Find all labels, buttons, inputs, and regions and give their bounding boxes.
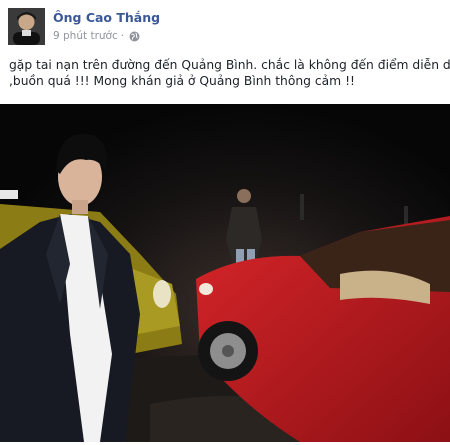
globe-icon[interactable] (129, 31, 140, 42)
post-meta: 9 phút trước · (53, 30, 140, 42)
post-text: gặp tai nạn trên đường đến Quảng Bình. c… (9, 57, 450, 89)
facebook-post: Ông Cao Thắng 9 phút trước · gặp tai nạn… (0, 0, 450, 445)
post-text-line-1: gặp tai nạn trên đường đến Quảng Bình. c… (9, 58, 450, 72)
post-photo[interactable] (0, 104, 450, 442)
author-avatar[interactable] (8, 8, 45, 45)
author-name-link[interactable]: Ông Cao Thắng (53, 10, 160, 25)
post-timestamp[interactable]: 9 phút trước (53, 30, 118, 42)
post-text-line-2: ,buồn quá !!! Mong khán giả ở Quảng Bình… (9, 74, 355, 88)
meta-separator: · (120, 30, 125, 42)
